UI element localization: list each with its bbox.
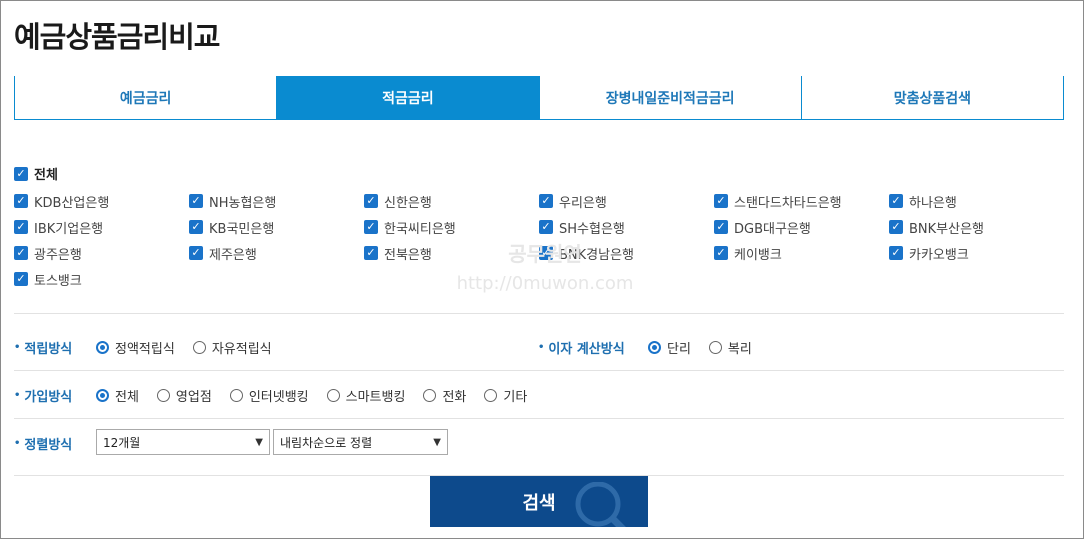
radio-join-smart[interactable]: 스마트뱅킹 (326, 386, 405, 405)
bank-label: 우리은행 (559, 195, 607, 211)
check-icon[interactable]: ✓ (364, 220, 378, 234)
search-button[interactable]: 검색 (430, 476, 648, 527)
bank-checkbox[interactable]: ✓ BNK부산은행 (889, 214, 1064, 240)
interest-method-label: • 이자 계산방식 (538, 342, 625, 357)
bank-label: KDB산업은행 (34, 195, 110, 211)
bank-label: 토스뱅크 (34, 273, 82, 289)
bank-checkbox[interactable]: ✓ KDB산업은행 (14, 188, 189, 214)
period-select[interactable]: 12개월 ▼ (96, 429, 270, 455)
divider (14, 418, 1064, 419)
check-icon[interactable]: ✓ (889, 194, 903, 208)
bank-label: BNK부산은행 (909, 221, 985, 237)
check-icon[interactable]: ✓ (14, 166, 28, 181)
bank-checkbox[interactable]: ✓ 스탠다드차타드은행 (714, 188, 889, 214)
radio-free-savings[interactable]: 자유적립식 (192, 338, 272, 357)
check-icon[interactable]: ✓ (539, 246, 553, 260)
interest-method-group: 단리 복리 (648, 338, 770, 357)
bank-label: 신한은행 (384, 195, 432, 211)
bank-checkbox[interactable]: ✓ 토스뱅크 (14, 266, 189, 292)
radio-join-other[interactable]: 기타 (484, 386, 527, 405)
savings-method-group: 정액적립식 자유적립식 (96, 338, 290, 357)
bank-label: 카카오뱅크 (909, 247, 969, 263)
radio-compound-interest[interactable]: 복리 (708, 338, 752, 357)
divider (14, 313, 1064, 314)
check-icon[interactable]: ✓ (14, 272, 28, 286)
bank-checkbox[interactable]: ✓ 신한은행 (364, 188, 539, 214)
bank-label: 한국씨티은행 (384, 221, 456, 237)
bank-checkbox[interactable]: ✓ 광주은행 (14, 240, 189, 266)
divider (14, 370, 1064, 371)
bank-checkbox[interactable]: ✓ DGB대구은행 (714, 214, 889, 240)
savings-method-label: • 적립방식 (14, 342, 73, 357)
bank-label: 케이뱅크 (734, 247, 782, 263)
check-icon[interactable]: ✓ (189, 246, 203, 260)
sort-order-select[interactable]: 내림차순으로 정렬 ▼ (273, 429, 448, 455)
sort-method-label: • 정렬방식 (14, 438, 73, 453)
radio-join-internet[interactable]: 인터넷뱅킹 (229, 386, 309, 405)
check-icon[interactable]: ✓ (14, 220, 28, 234)
bank-checkbox[interactable]: ✓ 우리은행 (539, 188, 714, 214)
bank-label: 제주은행 (209, 247, 257, 263)
check-icon[interactable]: ✓ (539, 220, 553, 234)
bank-label: 광주은행 (34, 247, 82, 263)
bank-checkbox[interactable]: ✓ 케이뱅크 (714, 240, 889, 266)
radio-join-branch[interactable]: 영업점 (156, 386, 212, 405)
check-icon[interactable]: ✓ (714, 194, 728, 208)
radio-join-phone[interactable]: 전화 (423, 386, 466, 405)
check-icon[interactable]: ✓ (14, 246, 28, 260)
search-icon (575, 482, 626, 527)
bank-label: DGB대구은행 (734, 221, 811, 237)
bank-all-checkbox[interactable]: ✓ 전체 (14, 164, 58, 183)
check-icon[interactable]: ✓ (714, 246, 728, 260)
check-icon[interactable]: ✓ (14, 194, 28, 208)
bank-checkbox[interactable]: ✓ 한국씨티은행 (364, 214, 539, 240)
bank-label: KB국민은행 (209, 221, 275, 237)
radio-fixed-savings[interactable]: 정액적립식 (96, 338, 175, 357)
check-icon[interactable]: ✓ (189, 220, 203, 234)
tab-soldier-savings-rate[interactable]: 장병내일준비적금금리 (538, 76, 801, 119)
bank-label: IBK기업은행 (34, 221, 104, 237)
chevron-down-icon: ▼ (255, 436, 263, 448)
radio-join-all[interactable]: 전체 (96, 386, 139, 405)
bank-label: NH농협은행 (209, 195, 277, 211)
join-method-label: • 가입방식 (14, 390, 73, 405)
check-icon[interactable]: ✓ (539, 194, 553, 208)
bank-all-label: 전체 (34, 168, 58, 183)
page-title: 예금상품금리비교 (14, 20, 220, 54)
check-icon[interactable]: ✓ (364, 246, 378, 260)
bank-label: BNK경남은행 (559, 247, 635, 263)
bank-checkbox[interactable]: ✓ BNK경남은행 (539, 240, 714, 266)
bank-checkbox[interactable]: ✓ 하나은행 (889, 188, 1064, 214)
bank-checkbox[interactable]: ✓ 제주은행 (189, 240, 364, 266)
radio-simple-interest[interactable]: 단리 (648, 338, 691, 357)
check-icon[interactable]: ✓ (364, 194, 378, 208)
bank-label: 하나은행 (909, 195, 957, 211)
join-method-group: 전체 영업점 인터넷뱅킹 스마트뱅킹 전화 기타 (96, 386, 545, 405)
bank-checkbox[interactable]: ✓ KB국민은행 (189, 214, 364, 240)
tab-deposit-rate[interactable]: 예금금리 (14, 76, 276, 119)
bank-checkbox[interactable]: ✓ 전북은행 (364, 240, 539, 266)
check-icon[interactable]: ✓ (714, 220, 728, 234)
bank-checkbox-grid: ✓ KDB산업은행 ✓ NH농협은행 ✓ 신한은행 ✓ 우리은행 ✓ 스탠다드차타드은행 ✓ 하나은행… (14, 188, 1064, 292)
bank-label: 스탠다드차타드은행 (734, 195, 842, 211)
bank-checkbox[interactable]: ✓ IBK기업은행 (14, 214, 189, 240)
bank-checkbox[interactable]: ✓ 카카오뱅크 (889, 240, 1064, 266)
tab-savings-rate[interactable]: 적금금리 (276, 76, 539, 119)
bank-checkbox[interactable]: ✓ SH수협은행 (539, 214, 714, 240)
tab-bar: 예금금리 적금금리 장병내일준비적금금리 맞춤상품검색 (14, 76, 1064, 120)
chevron-down-icon: ▼ (433, 436, 441, 448)
bank-checkbox[interactable]: ✓ NH농협은행 (189, 188, 364, 214)
tab-custom-search[interactable]: 맞춤상품검색 (800, 76, 1064, 119)
check-icon[interactable]: ✓ (889, 220, 903, 234)
bank-label: SH수협은행 (559, 221, 625, 237)
check-icon[interactable]: ✓ (189, 194, 203, 208)
bank-label: 전북은행 (384, 247, 432, 263)
check-icon[interactable]: ✓ (889, 246, 903, 260)
